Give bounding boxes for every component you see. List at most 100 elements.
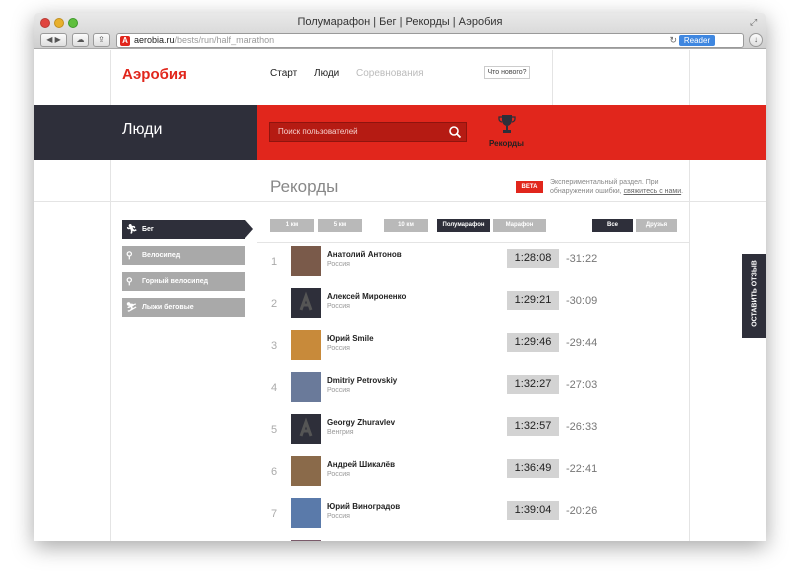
avatar[interactable] (291, 498, 321, 528)
tab-10km[interactable]: 10 км (384, 219, 428, 232)
tab-marathon[interactable]: Марафон (493, 219, 546, 232)
ski-icon: ⛷︎ (126, 302, 138, 312)
back-forward-buttons[interactable]: ◀ ▶ (40, 33, 67, 47)
downloads-icon[interactable]: ↓ (749, 33, 763, 47)
avatar[interactable] (291, 456, 321, 486)
time-diff: -26:33 (566, 421, 598, 433)
search-icon[interactable] (448, 125, 462, 139)
running-icon: 🏃︎ (126, 224, 138, 234)
athlete-country: Россия (327, 261, 350, 268)
whats-new-button[interactable]: Что нового? (484, 66, 530, 79)
avatar[interactable] (291, 330, 321, 360)
feedback-button[interactable]: ОСТАВИТЬ ОТЗЫВ (742, 254, 766, 338)
title-bar: Полумарафон | Бег | Рекорды | Аэробия ⤢ … (34, 13, 766, 49)
web-page: Аэробия Старт Люди Соревнования Что ново… (34, 50, 766, 541)
athlete-country: Россия (327, 387, 350, 394)
experimental-note: Экспериментальный раздел. При обнаружени… (550, 178, 686, 196)
cloud-icon: ☁ (76, 35, 85, 44)
sidebar-item-mountain-bike[interactable]: ⚲ Горный велосипед (122, 272, 245, 291)
sidebar-item-ski[interactable]: ⛷︎ Лыжи беговые (122, 298, 245, 317)
rank: 6 (271, 466, 278, 478)
table-row[interactable]: 2 Алексей Мироненко Россия 1:29:21 -30:09 (257, 285, 689, 327)
divider (34, 201, 766, 202)
bicycle-icon: ⚲ (126, 250, 133, 260)
records-link[interactable]: Рекорды (489, 139, 524, 148)
athlete-name[interactable]: Юрий Виноградов (327, 502, 400, 511)
table-row[interactable]: 4 Dmitriy Petrovskiy Россия 1:32:27 -27:03 (257, 369, 689, 411)
favicon-icon: A (120, 36, 130, 46)
athlete-name[interactable]: Анатолий Антонов (327, 250, 402, 259)
athlete-name[interactable]: Юрий Smile (327, 334, 374, 343)
rank: 7 (271, 508, 278, 520)
back-icon[interactable]: ◀ (46, 35, 52, 44)
tab-5km[interactable]: 5 км (318, 219, 362, 232)
trophy-icon[interactable] (498, 114, 516, 134)
beta-badge: BETA (516, 181, 543, 193)
time-diff: -22:41 (566, 463, 598, 475)
nav-people[interactable]: Люди (314, 68, 339, 79)
divider (552, 50, 553, 105)
nav-start[interactable]: Старт (270, 68, 297, 79)
nav-competitions[interactable]: Соревнования (356, 68, 424, 79)
logo[interactable]: Аэробия (122, 66, 187, 83)
sidebar-item-label: Горный велосипед (142, 278, 209, 285)
search-input[interactable]: Поиск пользователей (269, 122, 467, 142)
sidebar-item-label: Велосипед (142, 252, 181, 259)
url-text[interactable]: aerobia.ru/bests/run/half_marathon (134, 35, 274, 45)
icloud-button[interactable]: ☁ (72, 33, 89, 47)
table-row[interactable]: 7 Юрий Виноградов Россия 1:39:04 -20:26 (257, 495, 689, 537)
section-title: Люди (122, 121, 163, 138)
record-time: 1:28:08 (507, 249, 559, 268)
record-time: 1:29:21 (507, 291, 559, 310)
avatar[interactable] (291, 288, 321, 318)
table-row[interactable]: 1 Анатолий Антонов Россия 1:28:08 -31:22 (257, 243, 689, 285)
tab-1km[interactable]: 1 км (270, 219, 314, 232)
athlete-country: Россия (327, 471, 350, 478)
reader-button[interactable]: Reader (679, 35, 715, 46)
time-diff: -31:22 (566, 253, 598, 265)
record-time: 1:36:49 (507, 459, 559, 478)
sidebar-item-label: Лыжи беговые (142, 304, 194, 311)
fullscreen-icon[interactable]: ⤢ (750, 17, 760, 27)
feedback-label: ОСТАВИТЬ ОТЗЫВ (751, 260, 759, 327)
time-diff: -27:03 (566, 379, 598, 391)
athlete-name[interactable]: Андрей Шикалёв (327, 460, 395, 469)
record-time: 1:39:04 (507, 501, 559, 520)
athlete-country: Россия (327, 513, 350, 520)
table-row[interactable]: 5 Georgy Zhuravlev Венгрия 1:32:57 -26:33 (257, 411, 689, 453)
tab-friends[interactable]: Друзья (636, 219, 677, 232)
sidebar-item-bicycle[interactable]: ⚲ Велосипед (122, 246, 245, 265)
athlete-country: Венгрия (327, 429, 354, 436)
browser-window: Полумарафон | Бег | Рекорды | Аэробия ⤢ … (34, 13, 766, 541)
note-end: . (681, 188, 684, 195)
rank: 1 (271, 256, 278, 268)
url-host: aerobia.ru (134, 35, 175, 45)
active-arrow (245, 220, 253, 238)
table-row[interactable]: 8Александр ДацукРоссия1:41:32-18:00 (257, 537, 689, 541)
avatar[interactable] (291, 246, 321, 276)
reload-icon[interactable]: ↻ (669, 35, 677, 46)
tab-half-marathon[interactable]: Полумарафон (437, 219, 490, 232)
athlete-name[interactable]: Алексей Мироненко (327, 292, 406, 301)
url-path: /bests/run/half_marathon (174, 35, 275, 45)
forward-icon[interactable]: ▶ (55, 35, 61, 44)
address-bar[interactable]: A aerobia.ru/bests/run/half_marathon ↻ R… (116, 33, 744, 48)
table-row[interactable]: 6 Андрей Шикалёв Россия 1:36:49 -22:41 (257, 453, 689, 495)
avatar[interactable] (291, 372, 321, 402)
rank: 5 (271, 424, 278, 436)
default-avatar-icon (299, 417, 313, 437)
avatar[interactable] (291, 540, 321, 541)
sidebar-item-running[interactable]: 🏃︎ Бег (122, 220, 253, 239)
page-title: Рекорды (270, 177, 339, 196)
athlete-name[interactable]: Dmitriy Petrovskiy (327, 376, 397, 385)
athlete-name[interactable]: Georgy Zhuravlev (327, 418, 395, 427)
table-row[interactable]: 3 Юрий Smile Россия 1:29:46 -29:44 (257, 327, 689, 369)
mountain-bike-icon: ⚲ (126, 276, 133, 286)
default-avatar-icon (299, 291, 313, 311)
tab-all[interactable]: Все (592, 219, 633, 232)
record-time: 1:32:57 (507, 417, 559, 436)
share-button[interactable]: ⇪ (93, 33, 110, 47)
avatar[interactable] (291, 414, 321, 444)
time-diff: -30:09 (566, 295, 598, 307)
contact-link[interactable]: свяжитесь с нами (624, 188, 682, 195)
